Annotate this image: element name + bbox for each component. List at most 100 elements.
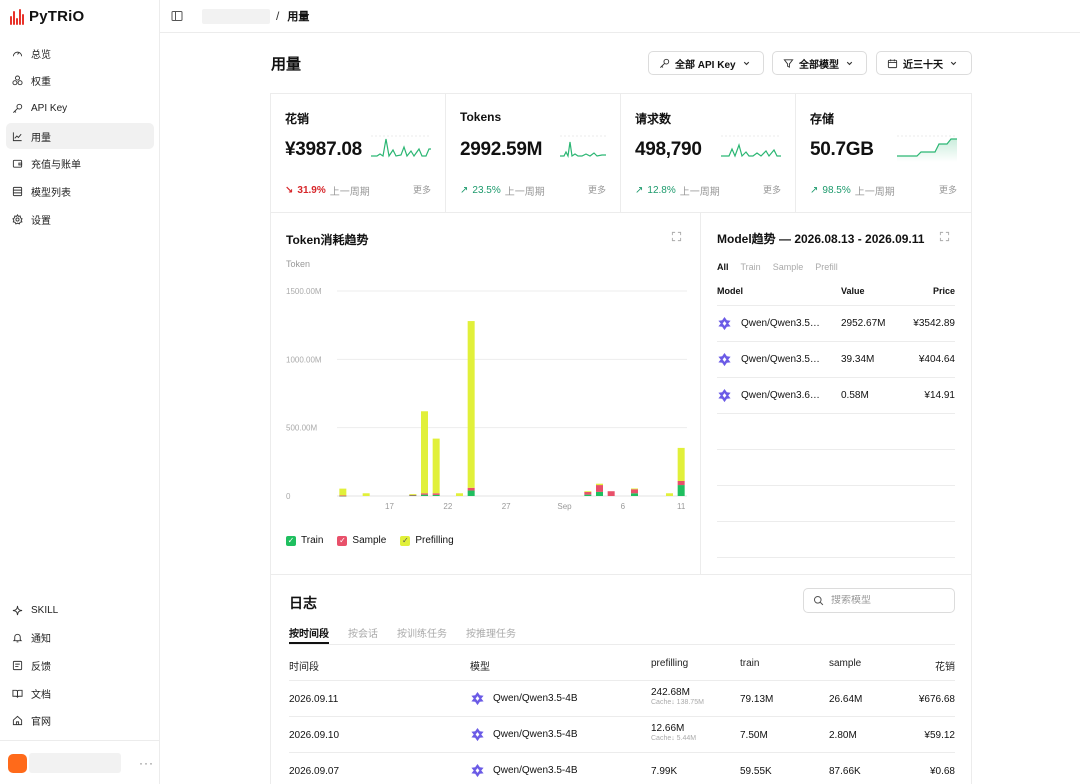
bar-segment-prefilling — [456, 493, 463, 496]
more-icon[interactable]: ··· — [139, 756, 154, 770]
bar-segment-train — [467, 490, 475, 496]
stat-label: 存储 — [810, 112, 835, 126]
model-price: ¥14.91 — [924, 390, 955, 401]
sidebar-toggle-icon[interactable] — [171, 10, 183, 22]
legend-label: Train — [301, 535, 324, 546]
qwen-logo-icon — [718, 316, 731, 331]
expand-icon[interactable] — [939, 231, 950, 242]
stat-label: Tokens — [460, 110, 502, 124]
log-tabs: 按时间段 按会话 按训练任务 按推理任务 — [289, 625, 955, 645]
cell-time: 2026.09.07 — [289, 766, 340, 777]
legend-item-train[interactable]: ✓ Train — [286, 535, 323, 546]
model-table-body: Qwen/Qwen3.5… 2952.67M ¥3542.89 Qwen/Qwe… — [717, 305, 955, 558]
bar-segment-train — [584, 494, 592, 496]
arrow-up-right-icon: ↗ — [635, 185, 644, 196]
gauge-icon — [12, 51, 23, 56]
column-header-train[interactable]: train — [740, 658, 759, 669]
sidebar-item-skill[interactable]: SKILL — [6, 597, 154, 623]
tab-sample[interactable]: Sample — [773, 262, 804, 272]
legend-item-sample[interactable]: ✓ Sample — [337, 535, 386, 546]
stat-more-link[interactable]: 更多 — [939, 183, 957, 196]
tab-all[interactable]: All — [717, 262, 729, 272]
api-key-filter-label: 全部 API Key — [675, 59, 736, 71]
arrow-up-right-icon: ↗ — [460, 185, 469, 196]
bar-segment-prefilling — [432, 438, 440, 494]
column-header-time[interactable]: 时间段 — [289, 658, 319, 673]
expand-icon[interactable] — [671, 231, 682, 242]
tab-train[interactable]: Train — [741, 262, 761, 272]
sidebar-item-overview[interactable]: 总览 — [6, 40, 154, 66]
sidebar-item-models[interactable]: 模型列表 — [6, 178, 154, 204]
stat-more-link[interactable]: 更多 — [588, 183, 606, 196]
brand-logo[interactable]: PyTRiO — [10, 8, 84, 25]
tab-by-time[interactable]: 按时间段 — [289, 625, 329, 644]
table-row[interactable]: Qwen/Qwen3.6… 0.58M ¥14.91 — [717, 377, 955, 413]
search-input[interactable] — [831, 595, 941, 606]
sidebar-item-notifications[interactable]: 通知 — [6, 625, 154, 651]
model-trend-tabs: All Train Sample Prefill — [717, 262, 838, 272]
logo-mark-icon — [10, 8, 24, 25]
table-row[interactable]: 2026.09.10 Qwen/Qwen3.5-4B 12.66M Cache↓… — [289, 717, 955, 753]
cell-prefilling-value: 12.66M — [651, 723, 685, 734]
legend-item-prefilling[interactable]: ✓ Prefilling — [400, 535, 454, 546]
user-menu[interactable]: ··· — [8, 752, 154, 774]
api-key-filter[interactable]: 全部 API Key — [648, 51, 764, 75]
column-header-model[interactable]: 模型 — [470, 658, 490, 673]
stat-more-link[interactable]: 更多 — [413, 183, 431, 196]
sidebar-item-settings[interactable]: 设置 — [6, 206, 154, 232]
x-tick-label: Sep — [557, 502, 572, 511]
sidebar-item-label: 反馈 — [31, 661, 51, 673]
sidebar-item-weights[interactable]: 权重 — [6, 68, 154, 94]
sidebar-item-api-key[interactable]: API Key — [6, 95, 154, 121]
model-name: Qwen/Qwen3.6… — [741, 390, 820, 401]
sidebar-item-feedback[interactable]: 反馈 — [6, 652, 154, 678]
date-range-filter[interactable]: 近三十天 — [876, 51, 972, 75]
table-row[interactable]: 2026.09.07 Qwen/Qwen3.5-4B 7.99K 59.55K … — [289, 753, 955, 784]
tab-prefill[interactable]: Prefill — [815, 262, 838, 272]
stat-value: 498,790 — [635, 139, 702, 160]
stat-value: 2992.59M — [460, 139, 543, 160]
sparkle-icon — [12, 605, 23, 615]
qwen-logo-icon — [471, 691, 484, 706]
brand-name: PyTRiO — [29, 8, 85, 25]
column-header-prefilling[interactable]: prefilling — [651, 658, 688, 669]
tab-by-inference-task[interactable]: 按推理任务 — [466, 625, 516, 644]
cell-time: 2026.09.11 — [289, 694, 339, 705]
y-tick-label: 500.00M — [286, 424, 317, 433]
user-name-redacted — [29, 753, 121, 773]
wallet-icon — [12, 160, 23, 168]
tab-by-session[interactable]: 按会话 — [348, 625, 378, 644]
sidebar-item-docs[interactable]: 文档 — [6, 680, 154, 706]
breadcrumb-parent-redacted[interactable] — [202, 8, 270, 24]
sidebar-item-billing[interactable]: 充值与账单 — [6, 151, 154, 177]
page-title: 用量 — [271, 56, 302, 73]
tab-by-training-task[interactable]: 按训练任务 — [397, 625, 447, 644]
column-header-sample[interactable]: sample — [829, 658, 861, 669]
bar-segment-sample — [421, 493, 428, 495]
model-filter[interactable]: 全部模型 — [772, 51, 867, 75]
sparkline — [371, 135, 431, 158]
bar-segment-sample — [467, 487, 475, 491]
model-filter-label: 全部模型 — [799, 59, 839, 71]
empty-row — [717, 413, 955, 449]
sidebar-item-label: 总览 — [31, 49, 51, 61]
table-row[interactable]: 2026.09.11 Qwen/Qwen3.5-4B 242.68M Cache… — [289, 681, 955, 717]
stat-more-link[interactable]: 更多 — [763, 183, 781, 196]
sidebar-item-usage[interactable]: 用量 — [6, 123, 154, 150]
empty-row — [717, 521, 955, 557]
y-tick-label: 0 — [286, 492, 291, 501]
bar-segment-prefilling — [666, 493, 673, 496]
column-header-cost[interactable]: 花销 — [935, 658, 955, 673]
x-tick-label: 27 — [502, 502, 511, 511]
table-row[interactable]: Qwen/Qwen3.5… 39.34M ¥404.64 — [717, 341, 955, 377]
table-row[interactable]: Qwen/Qwen3.5… 2952.67M ¥3542.89 — [717, 305, 955, 341]
search-icon — [813, 595, 824, 606]
cell-cost: ¥676.68 — [918, 694, 955, 705]
search-box[interactable] — [803, 588, 955, 613]
stat-label: 请求数 — [635, 112, 672, 126]
weights-icon — [12, 75, 23, 86]
stat-delta-value: 98.5% — [822, 185, 851, 196]
sidebar-item-website[interactable]: 官网 — [6, 708, 154, 734]
cell-prefilling-cache: Cache↓ 138.75M — [651, 699, 704, 706]
avatar[interactable] — [8, 753, 27, 773]
